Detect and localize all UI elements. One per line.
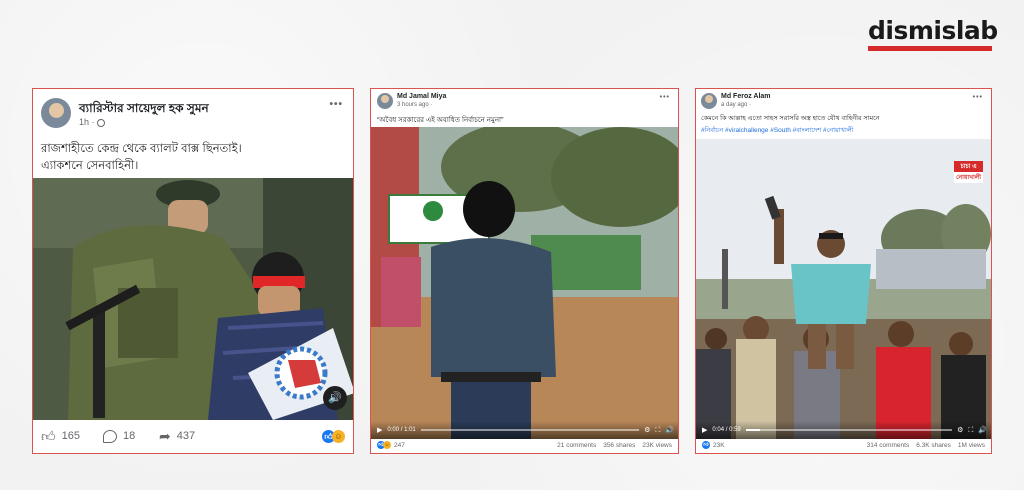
play-icon[interactable]: ▶ [377, 427, 382, 434]
post-actions-bar: 👍︎ 165 18 ➦ 437 👍︎ ☺ [33, 419, 353, 453]
like-button[interactable]: 👍︎ 165 [41, 428, 103, 445]
facebook-post-2: Md Jamal Miya 3 hours ago · ••• “অবৈধ সর… [370, 88, 679, 454]
globe-icon [97, 118, 106, 127]
comment-count[interactable]: 314 comments [867, 442, 910, 449]
helmet-man-scene-illustration [371, 127, 678, 439]
video-time: 0:00 / 1:01 [387, 427, 416, 433]
settings-gear-icon[interactable]: ⚙ [644, 427, 650, 434]
volume-icon[interactable]: 🔊 [978, 427, 987, 434]
avatar[interactable] [701, 93, 717, 109]
video-player[interactable]: চাচা এ নোয়াখালী ▶ 0:04 / 0:59 ⚙ ⛶ 🔊 [696, 139, 991, 439]
more-options-button[interactable]: ••• [329, 99, 343, 110]
post-caption-line2: এ্যাকশনে সেনবাহিনী। [41, 160, 139, 172]
video-progress [745, 429, 761, 431]
comment-count[interactable]: 21 comments [557, 442, 596, 449]
thumbs-up-icon: 👍︎ [41, 427, 56, 444]
speaker-icon: 🔊 [328, 392, 342, 404]
play-icon[interactable]: ▶ [702, 427, 707, 434]
video-player[interactable]: ▶ 0:00 / 1:01 ⚙ ⛶ 🔊 [371, 127, 678, 439]
watermark-line1: চাচা এ [954, 161, 983, 172]
watermark-line2: নোয়াখালী [954, 172, 983, 183]
volume-icon[interactable]: 🔊 [665, 427, 674, 434]
reaction-summary[interactable]: 👍︎ ☺ 247 [377, 441, 405, 449]
avatar[interactable] [377, 93, 393, 109]
comment-count: 18 [123, 430, 136, 442]
view-count: 23K views [642, 441, 672, 449]
reaction-count: 247 [394, 441, 405, 449]
post-author[interactable]: Md Feroz Alam [721, 93, 771, 100]
avatar[interactable] [41, 98, 71, 128]
more-options-button[interactable]: ••• [660, 94, 670, 101]
post-caption: “অবৈধ সরকারের এই অবাধিত নির্বাচনে নমুনা” [377, 117, 504, 124]
post-hashtags[interactable]: #নির্বাচন #viralchallenge #South #বাংলাদ… [701, 125, 854, 136]
channel-watermark: চাচা এ নোয়াখালী [954, 161, 983, 183]
post-stats-bar: 👍︎ 23K 314 comments 6.3K shares 1M views [696, 437, 991, 453]
reaction-summary[interactable]: 👍︎ ☺ [322, 429, 345, 443]
haha-reaction-icon: ☺ [383, 441, 391, 449]
video-scrubber[interactable] [745, 429, 953, 431]
view-count: 1M views [957, 441, 985, 449]
mute-button[interactable]: 🔊 [323, 386, 347, 410]
share-count: 437 [176, 430, 196, 442]
post-time: 1h · [79, 117, 106, 127]
logo-text: dismislab [868, 16, 998, 45]
haha-reaction-icon: ☺ [332, 429, 345, 443]
comment-bubble-icon [103, 429, 117, 443]
logo-underline [868, 46, 992, 51]
like-count: 165 [61, 430, 80, 442]
video-time: 0:04 / 0:59 [712, 427, 741, 433]
post-image[interactable]: 🔊 [33, 178, 353, 420]
like-reaction-icon: 👍︎ [702, 441, 710, 449]
share-count[interactable]: 6.3K shares [916, 442, 951, 449]
reaction-count: 23K [713, 441, 725, 449]
crowd-gun-scene-illustration [696, 139, 991, 439]
soldier-scene-illustration [33, 178, 353, 420]
comment-button[interactable]: 18 [103, 429, 159, 443]
post-timestamp: a day ago · [721, 102, 752, 108]
post-caption: কেমনে কি আল্লাহ এতো সাহস সরাসরি অস্ত্র হ… [701, 115, 880, 122]
post-timestamp: 3 hours ago · [397, 102, 433, 108]
reaction-summary[interactable]: 👍︎ 23K [702, 441, 725, 449]
facebook-post-3: Md Feroz Alam a day ago · ••• কেমনে কি আ… [695, 88, 992, 454]
fullscreen-icon[interactable]: ⛶ [655, 427, 660, 434]
post-stats-bar: 👍︎ ☺ 247 21 comments 356 shares 23K view… [371, 437, 678, 453]
share-count[interactable]: 356 shares [603, 442, 635, 449]
video-scrubber[interactable] [420, 429, 640, 431]
fullscreen-icon[interactable]: ⛶ [968, 427, 973, 434]
post-author[interactable]: Md Jamal Miya [397, 93, 446, 100]
share-arrow-icon: ➦ [159, 427, 171, 444]
share-button[interactable]: ➦ 437 [159, 428, 219, 445]
dismislab-logo: dismislab [868, 16, 998, 52]
more-options-button[interactable]: ••• [973, 94, 983, 101]
settings-gear-icon[interactable]: ⚙ [957, 427, 963, 434]
facebook-post-1: ব্যারিস্টার সায়েদুল হক সুমন 1h · ••• রা… [32, 88, 354, 454]
post-timestamp: 1h · [79, 117, 95, 127]
